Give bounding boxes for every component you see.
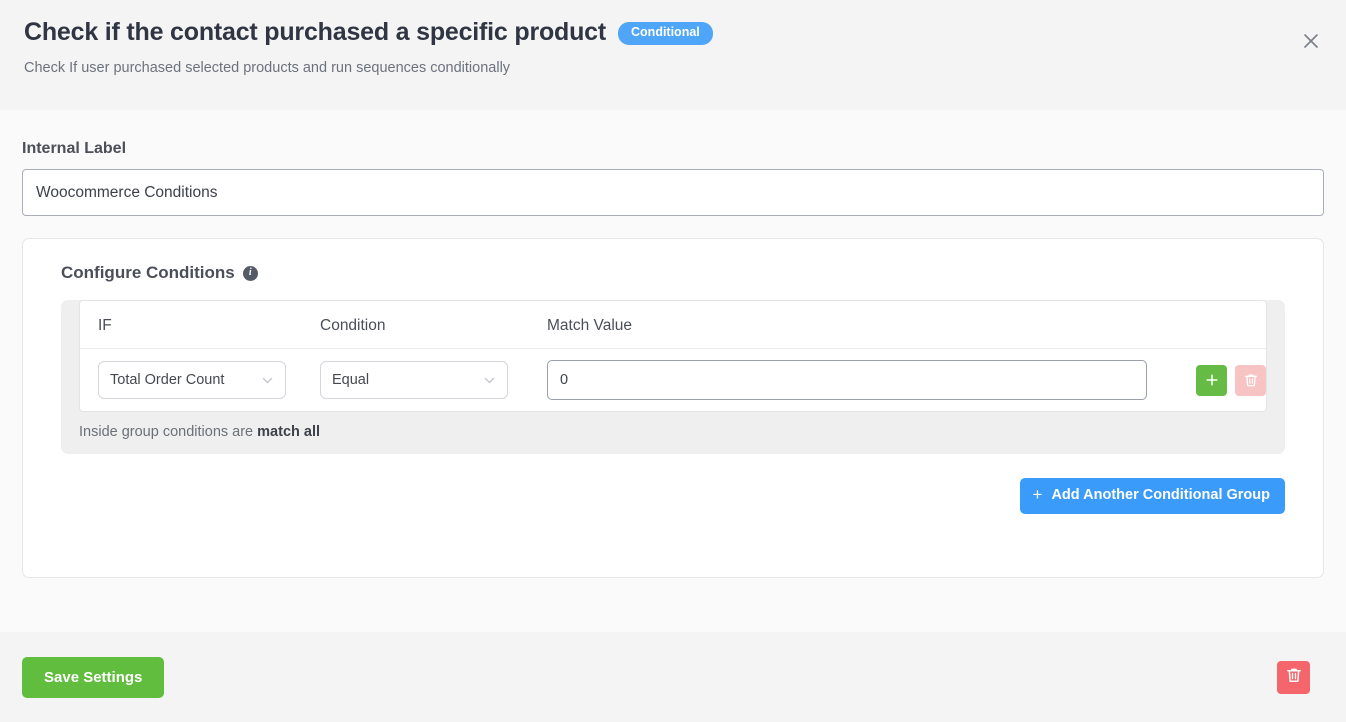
configure-conditions-title: Configure Conditions <box>61 263 235 282</box>
trash-icon <box>1286 667 1302 687</box>
conditional-group: IF Condition Match Value Total Order Cou… <box>61 300 1285 454</box>
modal-body: Internal Label Configure Conditions i IF… <box>0 110 1346 632</box>
conditions-table: IF Condition Match Value Total Order Cou… <box>79 300 1267 412</box>
configure-conditions-card: Configure Conditions i IF Condition Matc… <box>22 238 1324 578</box>
add-group-label: Add Another Conditional Group <box>1051 487 1270 504</box>
plus-icon <box>1205 373 1219 387</box>
status-badge: Conditional <box>618 22 713 45</box>
add-another-conditional-group-button[interactable]: + Add Another Conditional Group <box>1019 478 1285 514</box>
close-button[interactable] <box>1300 30 1322 52</box>
match-value-input[interactable] <box>547 360 1147 400</box>
column-header-if: IF <box>98 317 112 334</box>
group-match-note-prefix: Inside group conditions are <box>79 424 258 440</box>
internal-label-caption: Internal Label <box>22 140 127 157</box>
group-match-note-strong: match all <box>257 424 321 440</box>
page-title: Check if the contact purchased a specifi… <box>24 18 607 46</box>
internal-label-input[interactable] <box>22 169 1324 216</box>
modal-footer: Save Settings <box>0 632 1346 722</box>
match-value-cell <box>547 360 1162 400</box>
add-group-row: + Add Another Conditional Group <box>61 478 1285 514</box>
conditions-table-header: IF Condition Match Value <box>80 301 1266 349</box>
configure-conditions-heading: Configure Conditions i <box>61 263 1285 283</box>
if-field-value: Total Order Count <box>110 372 225 388</box>
column-header-match-value: Match Value <box>547 317 633 334</box>
condition-operator-value: Equal <box>332 372 370 388</box>
condition-operator-select[interactable]: Equal <box>320 361 508 399</box>
trash-icon <box>1244 373 1258 388</box>
plus-icon: + <box>1032 485 1043 504</box>
condition-field-cell: Equal <box>320 361 547 399</box>
close-icon <box>1303 33 1319 49</box>
delete-condition-button[interactable] <box>1235 364 1266 396</box>
if-field-cell: Total Order Count <box>98 361 320 399</box>
group-match-note: Inside group conditions are match all <box>61 412 1285 454</box>
column-header-condition: Condition <box>320 317 386 334</box>
add-condition-button[interactable] <box>1196 364 1227 396</box>
table-row: Total Order Count Equal <box>80 349 1266 411</box>
delete-action-button[interactable] <box>1277 660 1310 694</box>
info-icon[interactable]: i <box>242 265 258 281</box>
chevron-down-icon <box>261 374 274 387</box>
chevron-down-icon <box>483 374 496 387</box>
save-settings-button[interactable]: Save Settings <box>22 656 165 698</box>
modal-header: Check if the contact purchased a specifi… <box>0 0 1346 110</box>
header-title-row: Check if the contact purchased a specifi… <box>24 18 1322 47</box>
page-subtitle: Check If user purchased selected product… <box>24 59 511 76</box>
if-field-select[interactable]: Total Order Count <box>98 361 286 399</box>
internal-label-field: Internal Label <box>22 140 1324 216</box>
row-action-buttons <box>1196 364 1266 396</box>
modal-dialog: Check if the contact purchased a specifi… <box>0 0 1346 722</box>
